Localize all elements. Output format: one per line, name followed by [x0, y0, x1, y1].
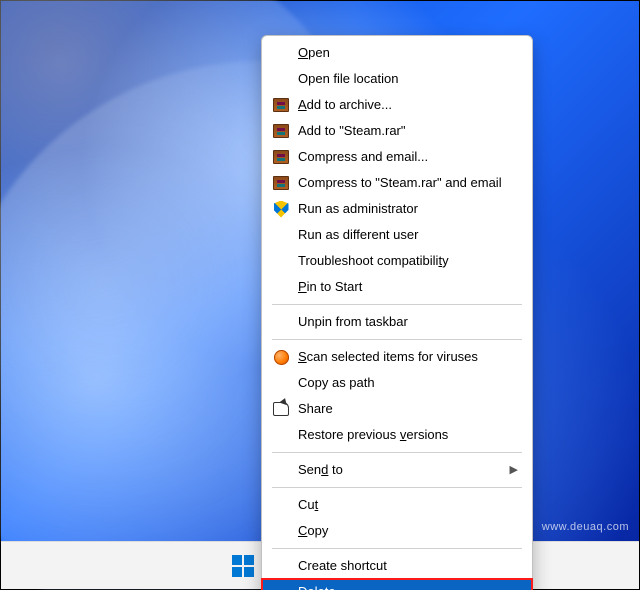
share-icon — [273, 402, 289, 416]
rar-icon-slot — [272, 148, 290, 166]
menu-item-unpin-from-taskbar[interactable]: Unpin from taskbar — [262, 309, 532, 335]
menu-item-label: Compress to "Steam.rar" and email — [298, 170, 518, 196]
archive-icon — [273, 124, 289, 138]
icon-slot-empty — [272, 313, 290, 331]
icon-slot-empty — [272, 583, 290, 590]
menu-item-label: Create shortcut — [298, 553, 518, 579]
menu-item-label: Send to — [298, 457, 502, 483]
menu-separator — [272, 339, 522, 340]
menu-item-label: Share — [298, 396, 518, 422]
icon-slot-empty — [272, 522, 290, 540]
menu-item-label: Add to "Steam.rar" — [298, 118, 518, 144]
menu-item-troubleshoot-compatibility[interactable]: Troubleshoot compatibility — [262, 248, 532, 274]
icon-slot-empty — [272, 374, 290, 392]
icon-slot-empty — [272, 278, 290, 296]
scan-icon-slot — [272, 348, 290, 366]
menu-item-send-to[interactable]: Send to ▶ — [262, 457, 532, 483]
rar-icon-slot — [272, 174, 290, 192]
rar-icon-slot — [272, 96, 290, 114]
watermark-text: www.deuaq.com — [542, 521, 629, 533]
icon-slot-empty — [272, 461, 290, 479]
menu-item-label: Compress and email... — [298, 144, 518, 170]
antivirus-icon — [274, 350, 289, 365]
start-button[interactable] — [223, 546, 263, 586]
share-icon-slot — [272, 400, 290, 418]
menu-separator — [272, 452, 522, 453]
icon-slot-empty — [272, 557, 290, 575]
archive-icon — [273, 150, 289, 164]
menu-item-add-to-steam-rar[interactable]: Add to "Steam.rar" — [262, 118, 532, 144]
menu-item-label: Open file location — [298, 66, 518, 92]
menu-item-share[interactable]: Share — [262, 396, 532, 422]
menu-item-label: Scan selected items for viruses — [298, 344, 518, 370]
menu-item-label: Troubleshoot compatibility — [298, 248, 518, 274]
menu-item-label: Run as administrator — [298, 196, 518, 222]
menu-item-label: Add to archive... — [298, 92, 518, 118]
menu-item-label: Restore previous versions — [298, 422, 518, 448]
submenu-arrow-icon: ▶ — [510, 457, 518, 483]
menu-item-pin-to-start[interactable]: Pin to Start — [262, 274, 532, 300]
menu-item-open[interactable]: Open — [262, 40, 532, 66]
menu-item-compress-and-email[interactable]: Compress and email... — [262, 144, 532, 170]
menu-item-label: Unpin from taskbar — [298, 309, 518, 335]
shield-icon — [274, 201, 289, 218]
menu-item-create-shortcut[interactable]: Create shortcut — [262, 553, 532, 579]
menu-item-compress-to-steam-rar-and-email[interactable]: Compress to "Steam.rar" and email — [262, 170, 532, 196]
menu-item-delete[interactable]: Delete — [262, 579, 532, 590]
icon-slot-empty — [272, 496, 290, 514]
icon-slot-empty — [272, 252, 290, 270]
windows-logo-icon — [232, 555, 254, 577]
menu-item-cut[interactable]: Cut — [262, 492, 532, 518]
icon-slot-empty — [272, 426, 290, 444]
icon-slot-empty — [272, 70, 290, 88]
menu-item-label: Pin to Start — [298, 274, 518, 300]
menu-item-label: Run as different user — [298, 222, 518, 248]
menu-item-label: Open — [298, 40, 518, 66]
menu-item-run-as-administrator[interactable]: Run as administrator — [262, 196, 532, 222]
archive-icon — [273, 176, 289, 190]
menu-item-run-as-different-user[interactable]: Run as different user — [262, 222, 532, 248]
rar-icon-slot — [272, 122, 290, 140]
menu-item-restore-previous-versions[interactable]: Restore previous versions — [262, 422, 532, 448]
context-menu: OpenOpen file locationAdd to archive...A… — [261, 35, 533, 590]
menu-item-label: Copy as path — [298, 370, 518, 396]
menu-item-label: Cut — [298, 492, 518, 518]
menu-separator — [272, 304, 522, 305]
menu-item-scan-selected-items-for-viruses[interactable]: Scan selected items for viruses — [262, 344, 532, 370]
menu-separator — [272, 487, 522, 488]
shield-icon-slot — [272, 200, 290, 218]
icon-slot-empty — [272, 44, 290, 62]
menu-item-copy[interactable]: Copy — [262, 518, 532, 544]
menu-item-copy-as-path[interactable]: Copy as path — [262, 370, 532, 396]
menu-item-label: Delete — [298, 579, 518, 590]
menu-item-label: Copy — [298, 518, 518, 544]
menu-separator — [272, 548, 522, 549]
menu-item-open-file-location[interactable]: Open file location — [262, 66, 532, 92]
icon-slot-empty — [272, 226, 290, 244]
menu-item-add-to-archive[interactable]: Add to archive... — [262, 92, 532, 118]
archive-icon — [273, 98, 289, 112]
